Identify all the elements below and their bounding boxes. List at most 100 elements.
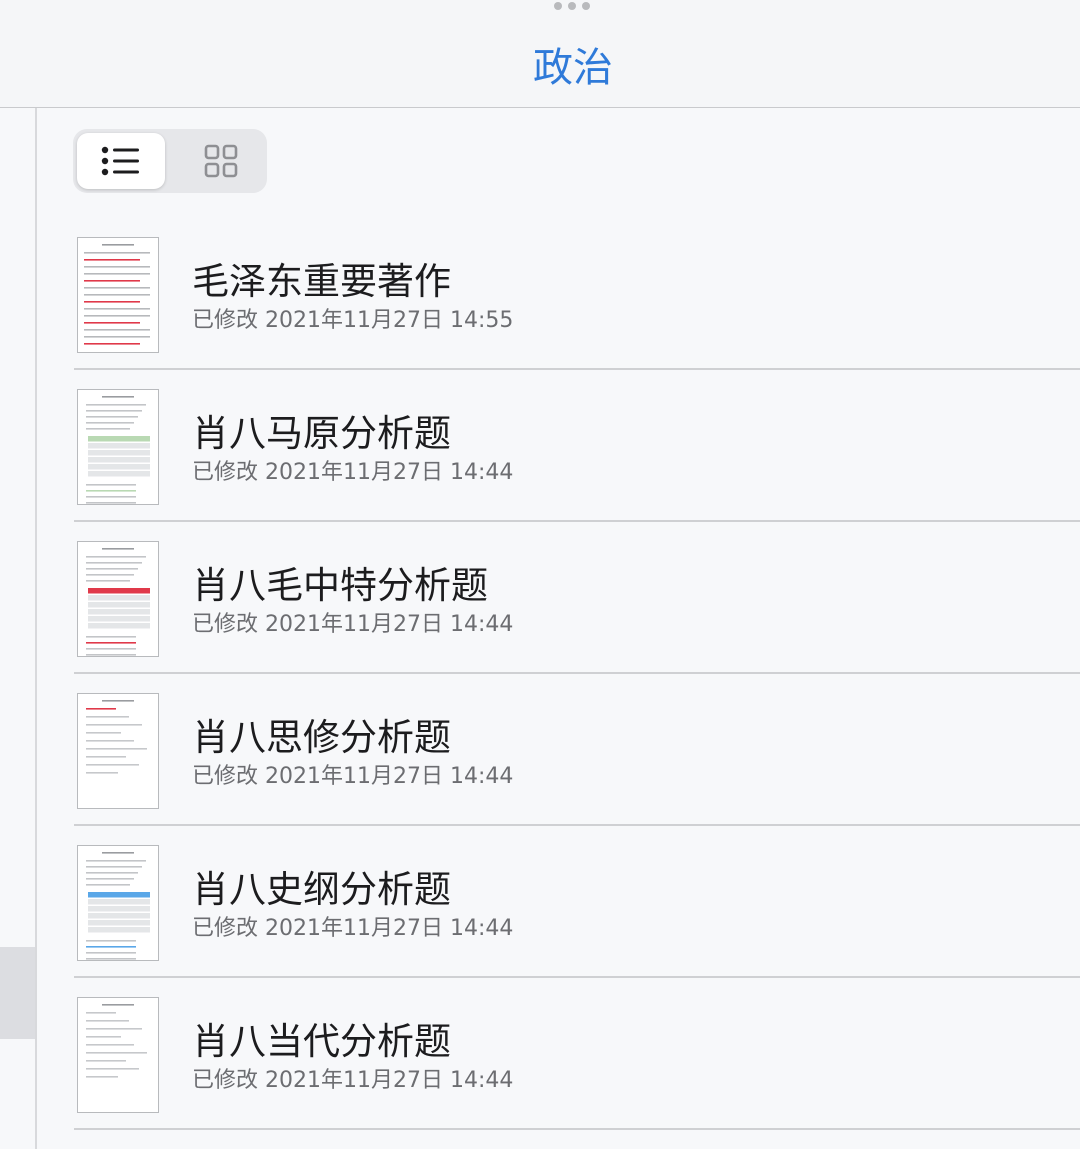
thumbnail-line [88,616,150,622]
document-title: 肖八马原分析题 [192,412,451,455]
thumbnail-line [86,568,138,570]
thumbnail-line [86,484,136,486]
document-title: 肖八思修分析题 [192,716,451,759]
thumbnail-line [84,259,140,261]
document-row[interactable]: 肖八马原分析题 已修改 2021年11月27日 14:44 [74,370,1080,522]
document-row[interactable]: 肖八思修分析题 已修改 2021年11月27日 14:44 [74,674,1080,826]
document-thumbnail [77,845,159,961]
page-preview [86,1004,147,1078]
thumbnail-line [86,1060,126,1062]
document-list: 毛泽东重要著作 已修改 2021年11月27日 14:55 肖八马原分析题 已修… [74,218,1080,1130]
thumbnail-line [86,422,134,424]
document-row[interactable]: 肖八当代分析题 已修改 2021年11月27日 14:44 [74,978,1080,1130]
thumbnail-line [86,732,121,734]
thumbnail-line [102,396,134,398]
thumbnail-line [86,1068,139,1070]
view-toggle [73,129,267,193]
thumbnail-line [84,273,150,275]
folder-title: 政治 [533,45,613,91]
thumbnail-line [86,740,134,742]
grid-view-icon [204,144,238,178]
thumbnail-line [86,1044,134,1046]
thumbnail-line [102,1004,134,1006]
thumbnail-line [86,708,116,710]
document-title: 肖八当代分析题 [192,1020,451,1063]
thumbnail-line [86,1012,116,1014]
thumbnail-line [88,899,150,905]
thumbnail-line [84,329,150,331]
thumbnail-line [86,884,130,886]
thumbnail-line [86,574,134,576]
page-preview [86,548,150,656]
list-view-icon [101,146,139,176]
thumbnail-line [86,878,134,880]
thumbnail-line [88,443,150,449]
document-modified-date: 已修改 2021年11月27日 14:44 [192,916,514,941]
thumbnail-line [84,280,140,282]
list-view-button[interactable] [77,133,165,189]
thumbnail-line [84,301,140,303]
thumbnail-line [86,562,142,564]
thumbnail-line [88,457,150,463]
thumbnail-line [86,866,142,868]
thumbnail-line [102,700,134,702]
ellipsis-icon[interactable] [554,2,590,10]
thumbnail-line [86,410,142,412]
document-row[interactable]: 肖八史纲分析题 已修改 2021年11月27日 14:44 [74,826,1080,978]
thumbnail-line [86,716,129,718]
thumbnail-line [88,602,150,608]
sidebar-selected-item[interactable] [0,947,35,1039]
document-thumbnail [77,997,159,1113]
thumbnail-line [86,860,146,862]
document-modified-date: 已修改 2021年11月27日 14:55 [192,308,514,333]
document-modified-date: 已修改 2021年11月27日 14:44 [192,764,514,789]
document-thumbnail [77,541,159,657]
thumbnail-line [88,623,150,629]
thumbnail-line [86,872,138,874]
thumbnail-line [84,287,150,289]
thumbnail-line [102,852,134,854]
thumbnail-line [86,502,136,504]
thumbnail-line [86,428,130,430]
thumbnail-line [88,450,150,456]
document-title: 毛泽东重要著作 [192,260,451,303]
thumbnail-line [88,920,150,926]
thumbnail-line [88,892,150,898]
thumbnail-line [84,336,150,338]
thumbnail-line [86,490,136,492]
thumbnail-line [86,1028,142,1030]
document-thumbnail [77,237,159,353]
thumbnail-line [86,772,118,774]
thumbnail-line [84,315,150,317]
thumbnail-line [88,471,150,477]
thumbnail-line [84,343,140,345]
thumbnail-line [88,609,150,615]
document-row[interactable]: 毛泽东重要著作 已修改 2021年11月27日 14:55 [74,218,1080,370]
thumbnail-line [84,252,150,254]
thumbnail-line [86,946,136,948]
page-preview [86,700,147,774]
page-preview [86,852,150,960]
thumbnail-line [84,308,150,310]
thumbnail-line [84,322,140,324]
thumbnail-line [102,244,134,246]
thumbnail-line [84,294,150,296]
thumbnail-line [86,642,136,644]
page-preview [84,244,150,345]
grid-view-button[interactable] [177,133,265,189]
thumbnail-line [86,764,139,766]
document-modified-date: 已修改 2021年11月27日 14:44 [192,612,514,637]
thumbnail-line [86,1036,121,1038]
thumbnail-line [88,588,150,594]
thumbnail-line [86,580,130,582]
title-bar: 政治 [0,0,1080,108]
document-thumbnail [77,389,159,505]
thumbnail-line [86,556,146,558]
thumbnail-line [86,1052,147,1054]
thumbnail-line [86,654,136,656]
document-row[interactable]: 肖八毛中特分析题 已修改 2021年11月27日 14:44 [74,522,1080,674]
thumbnail-line [88,906,150,912]
thumbnail-line [86,958,136,960]
thumbnail-line [88,436,150,442]
thumbnail-line [86,648,136,650]
